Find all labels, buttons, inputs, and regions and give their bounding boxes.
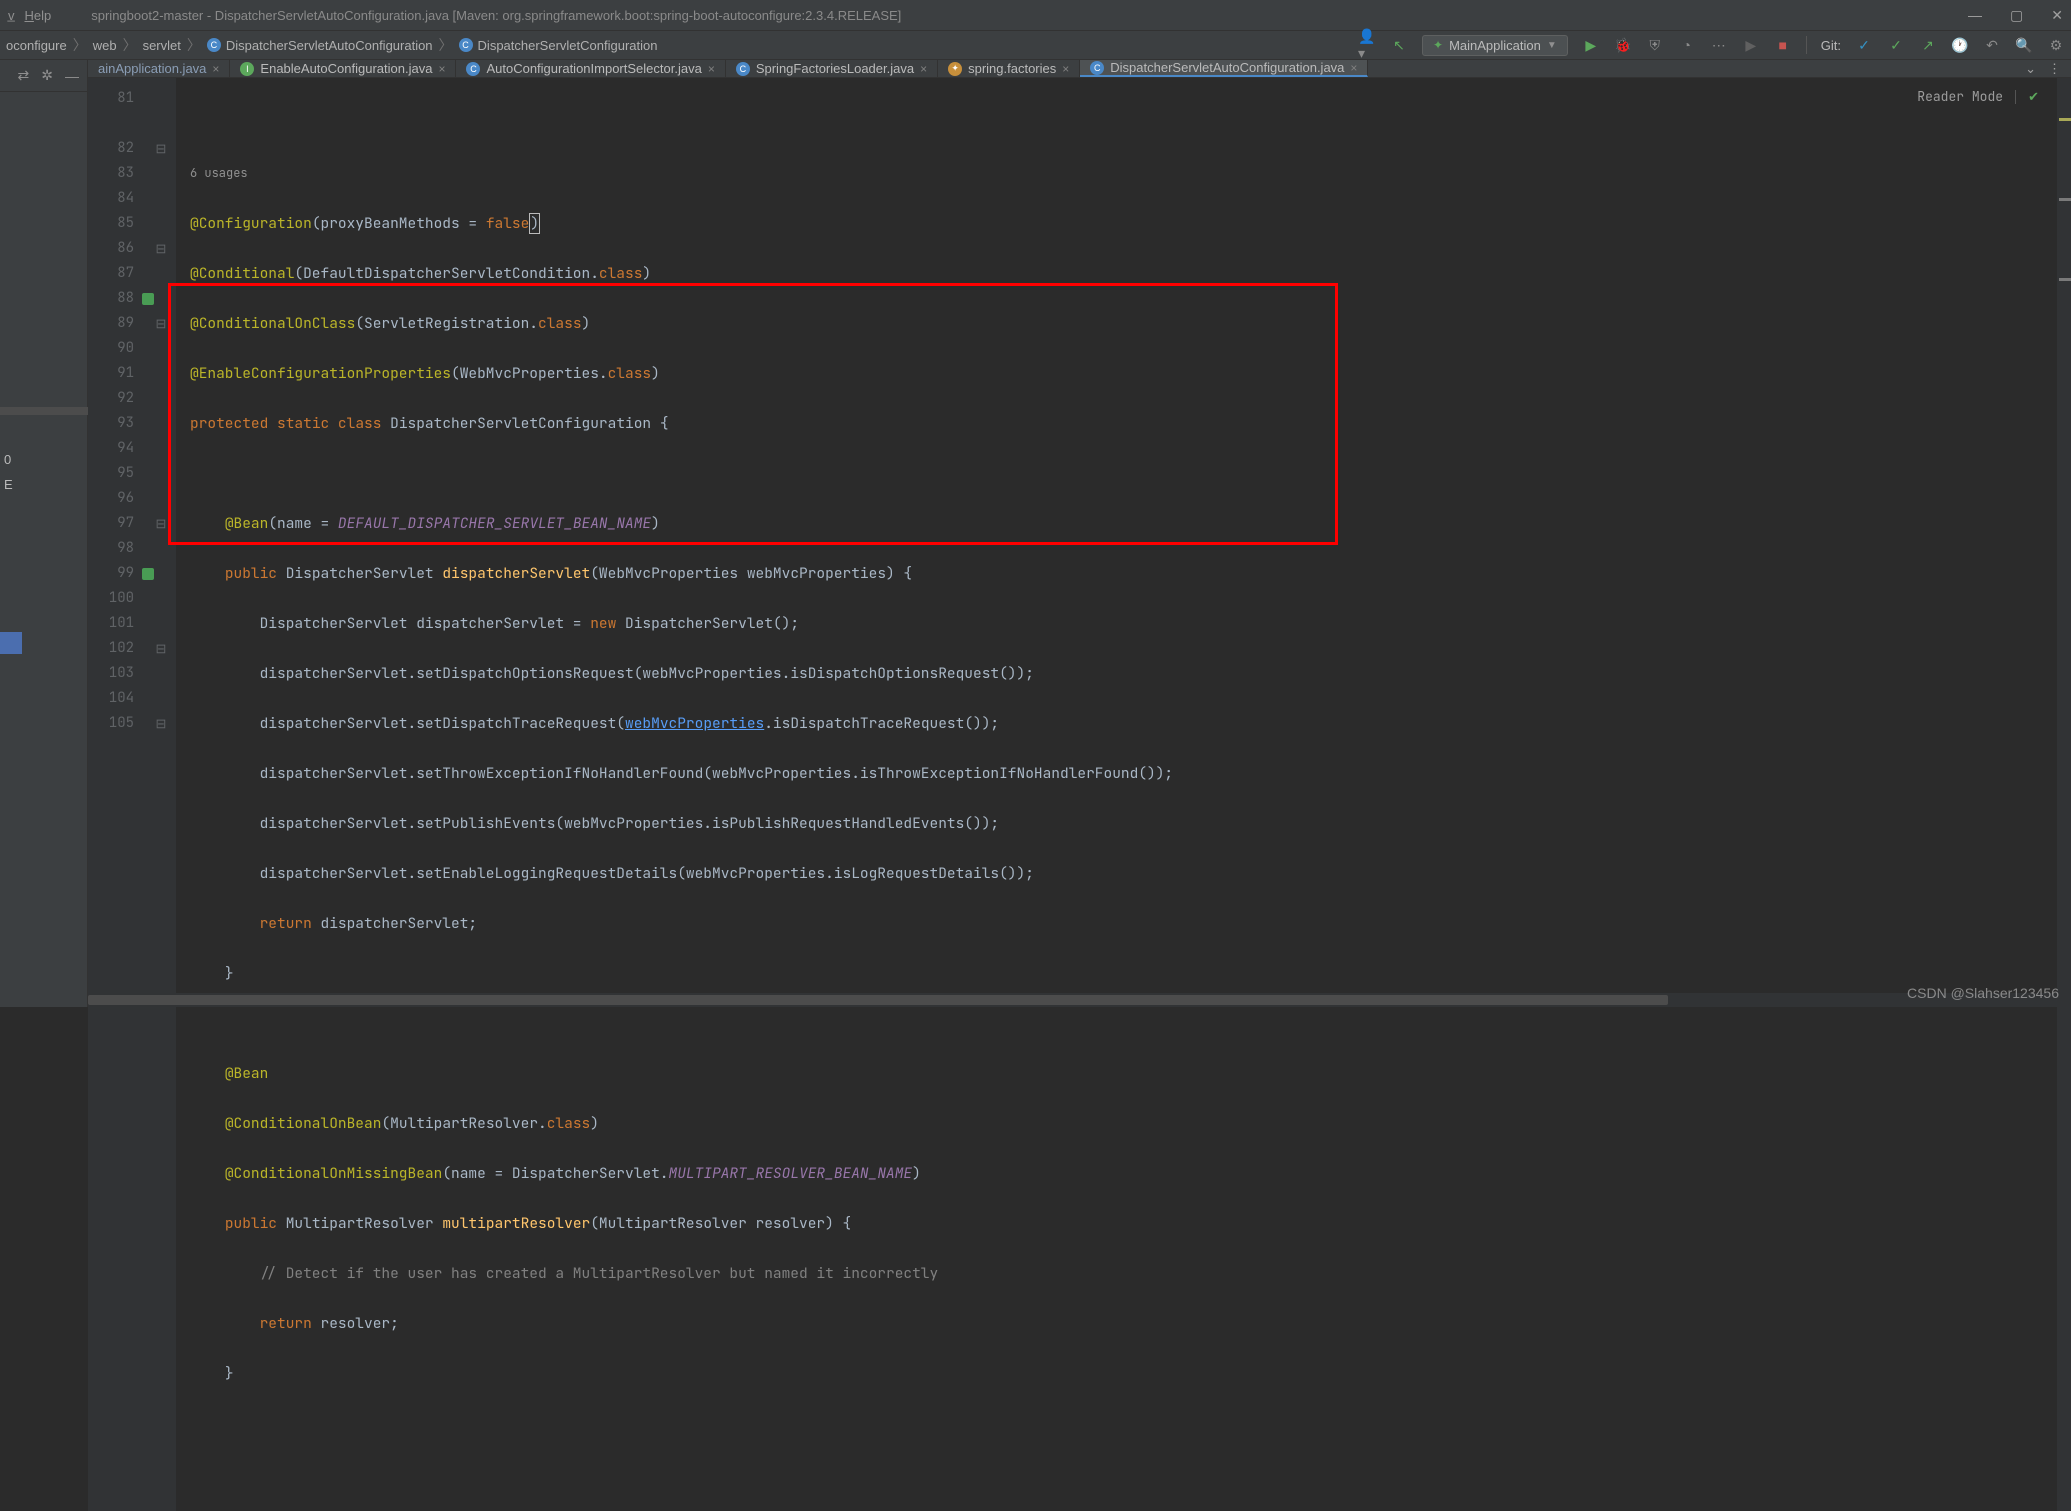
close-icon[interactable]: ✕ (2051, 7, 2063, 24)
chevron-right-icon: 〉 (67, 35, 93, 55)
fold-marker[interactable]: ⊟ (146, 236, 176, 261)
more-icon: ⋮ (2048, 61, 2061, 77)
hammer-icon[interactable]: ↖ (1390, 36, 1408, 54)
chevron-right-icon: 〉 (433, 35, 459, 55)
run-gutter-icon[interactable] (142, 568, 154, 580)
fold-marker[interactable]: ⊟ (146, 136, 176, 161)
editor-tab[interactable]: IEnableAutoConfiguration.java× (230, 60, 456, 77)
fold-marker[interactable]: ⊟ (146, 511, 176, 536)
separator (1806, 36, 1807, 54)
horizontal-scrollbar[interactable] (88, 993, 2057, 1007)
main-area: ⇄ ✲ — 0 E ainApplication.java× IEnableAu… (0, 60, 2071, 1007)
fold-marker[interactable]: ⊟ (146, 636, 176, 661)
git-label: Git: (1821, 38, 1841, 53)
profile-icon[interactable]: ◔ (1678, 36, 1696, 54)
crumb[interactable]: oconfigure (6, 38, 67, 53)
left-sidebar: ⇄ ✲ — 0 E (0, 60, 88, 1007)
stop-icon[interactable]: ■ (1774, 36, 1792, 54)
window-title: springboot2-master - DispatcherServletAu… (51, 8, 1968, 23)
coverage-icon[interactable]: ⛨ (1646, 36, 1664, 54)
git-push-icon[interactable]: ↗ (1919, 36, 1937, 54)
fold-marker[interactable]: ⊟ (146, 711, 176, 736)
more-icon[interactable]: ⋯ (1710, 36, 1728, 54)
class-icon: C (459, 38, 473, 52)
run-config-label: MainApplication (1449, 38, 1541, 53)
git-history-icon[interactable]: 🕐 (1951, 36, 1969, 54)
editor: ainApplication.java× IEnableAutoConfigur… (88, 60, 2071, 1007)
fold-marker[interactable]: ⊟ (146, 311, 176, 336)
toolbar-right: 👤▾ ↖ ✦ MainApplication ▼ ▶ 🐞 ⛨ ◔ ⋯ ▶ ■ G… (1358, 35, 2065, 56)
run-arrow-icon[interactable]: ▶ (1742, 36, 1760, 54)
nav-bar: oconfigure 〉 web 〉 servlet 〉 CDispatcher… (0, 30, 2071, 60)
sidebar-header: ⇄ ✲ — (0, 60, 87, 92)
gear-icon[interactable]: ✲ (41, 67, 53, 84)
debug-icon[interactable]: 🐞 (1614, 36, 1632, 54)
reader-mode[interactable]: Reader Mode ✔ (1917, 84, 2039, 109)
editor-tab[interactable]: ainApplication.java× (88, 60, 230, 77)
expand-icon[interactable]: ⇄ (18, 67, 30, 84)
code-area[interactable]: 6 usages @Configuration(proxyBeanMethods… (176, 78, 2057, 1511)
maximize-icon[interactable]: ▢ (2010, 7, 2023, 24)
line-numbers: 81 828384 858687 888990 919293 949596 97… (88, 78, 146, 1511)
crumb[interactable]: servlet (143, 38, 181, 53)
scrollbar-thumb[interactable] (88, 995, 1668, 1005)
close-icon[interactable]: × (212, 62, 219, 76)
hide-icon[interactable]: — (65, 68, 79, 84)
chevron-right-icon: 〉 (117, 35, 143, 55)
editor-tab-active[interactable]: CDispatcherServletAutoConfiguration.java… (1080, 60, 1368, 77)
close-icon[interactable]: × (1350, 61, 1357, 75)
side-scroll-thumb[interactable] (0, 407, 88, 415)
editor-tab[interactable]: CAutoConfigurationImportSelector.java× (456, 60, 725, 77)
main-menu: v̲ Help (8, 8, 51, 23)
git-commit-icon[interactable]: ✓ (1887, 36, 1905, 54)
run-config-selector[interactable]: ✦ MainApplication ▼ (1422, 35, 1568, 56)
search-icon[interactable]: 🔍 (2015, 36, 2033, 54)
close-icon[interactable]: × (708, 62, 715, 76)
interface-icon: I (240, 62, 254, 76)
side-label: 0 (4, 452, 11, 467)
run-gutter-icon[interactable] (142, 293, 154, 305)
tabs-overflow[interactable]: ⌄⋮ (2015, 60, 2071, 77)
window-controls: — ▢ ✕ (1968, 7, 2063, 24)
watermark: CSDN @Slahser123456 (1907, 985, 2059, 1001)
class-icon: C (207, 38, 221, 52)
menu-help[interactable]: Help (25, 8, 52, 23)
class-icon: C (736, 62, 750, 76)
crumb[interactable]: CDispatcherServletConfiguration (459, 38, 658, 53)
scroll-minimap[interactable] (2057, 78, 2071, 1511)
class-icon: C (466, 62, 480, 76)
side-label: E (4, 477, 13, 492)
breadcrumb: oconfigure 〉 web 〉 servlet 〉 CDispatcher… (6, 35, 1358, 55)
close-icon[interactable]: × (1062, 62, 1069, 76)
chevron-down-icon: ▼ (1547, 40, 1557, 51)
editor-body: 81 828384 858687 888990 919293 949596 97… (88, 78, 2071, 1511)
sidebar-content: 0 E (0, 92, 87, 1007)
fold-gutter: ⊟ ⊟ ⊟ ⊟ ⊟ ⊟ (146, 78, 176, 1511)
user-icon[interactable]: 👤▾ (1358, 36, 1376, 54)
menu-item[interactable]: v̲ (8, 8, 15, 23)
title-bar: v̲ Help springboot2-master - DispatcherS… (0, 0, 2071, 30)
run-icon[interactable]: ▶ (1582, 36, 1600, 54)
crumb[interactable]: web (93, 38, 117, 53)
side-selection (0, 632, 22, 654)
minimize-icon[interactable]: — (1968, 7, 1982, 24)
file-icon: ✦ (948, 62, 962, 76)
git-rollback-icon[interactable]: ↶ (1983, 36, 2001, 54)
check-icon: ✔ (2028, 84, 2039, 109)
editor-tabs: ainApplication.java× IEnableAutoConfigur… (88, 60, 2071, 78)
class-icon: C (1090, 61, 1104, 75)
usages-hint[interactable]: 6 usages (190, 161, 2057, 186)
close-icon[interactable]: × (920, 62, 927, 76)
close-icon[interactable]: × (438, 62, 445, 76)
chevron-right-icon: 〉 (181, 35, 207, 55)
editor-tab[interactable]: CSpringFactoriesLoader.java× (726, 60, 938, 77)
editor-tab[interactable]: ✦spring.factories× (938, 60, 1080, 77)
chevron-down-icon: ⌄ (2025, 61, 2036, 77)
git-update-icon[interactable]: ✓ (1855, 36, 1873, 54)
settings-icon[interactable]: ⚙ (2047, 36, 2065, 54)
spring-icon: ✦ (1433, 38, 1443, 52)
crumb[interactable]: CDispatcherServletAutoConfiguration (207, 38, 433, 53)
